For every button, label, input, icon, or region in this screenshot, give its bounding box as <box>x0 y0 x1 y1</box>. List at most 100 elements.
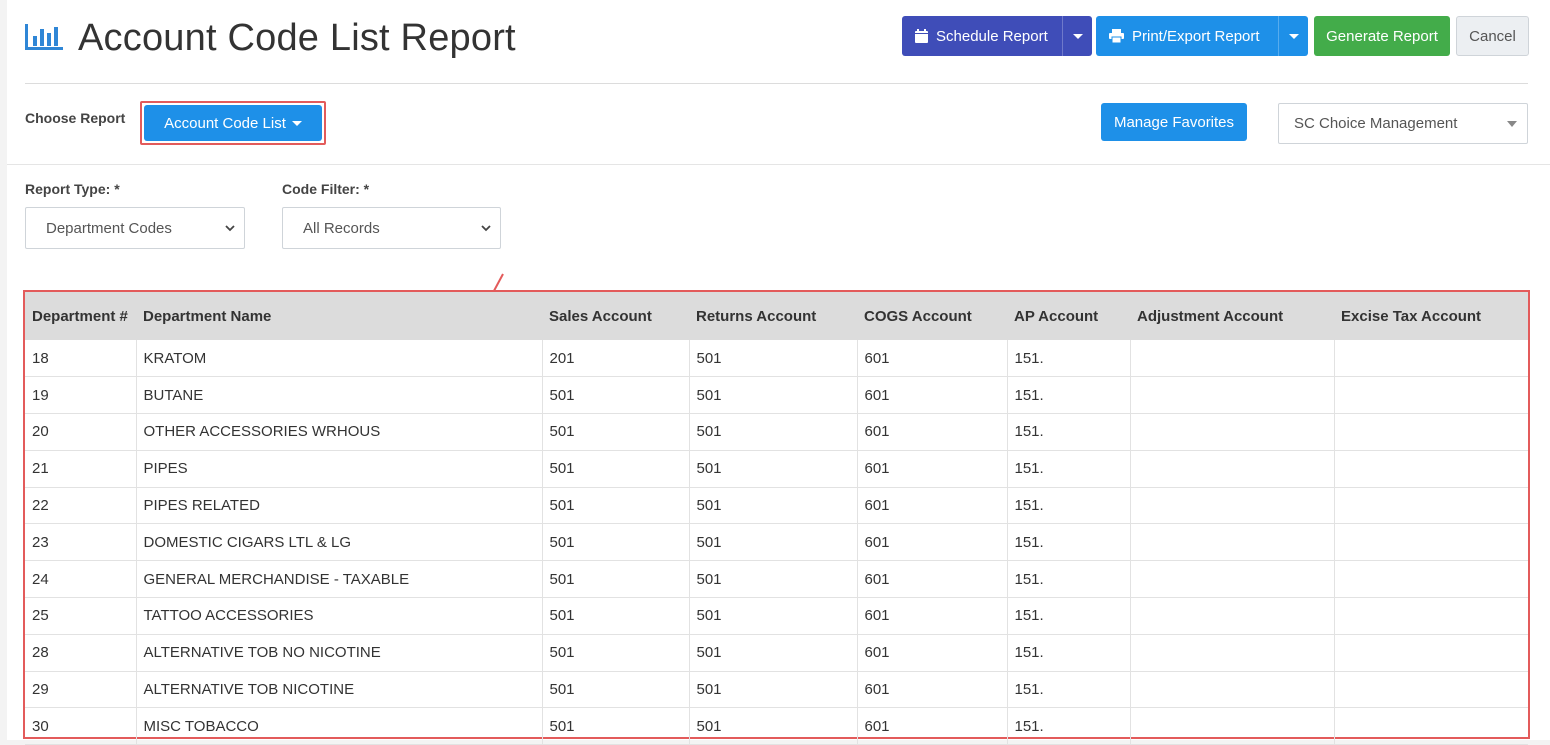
table-cell: 501 <box>689 450 858 488</box>
table-cell: 601 <box>857 560 1008 599</box>
table-cell <box>1130 707 1335 745</box>
table-cell: 151. <box>1007 707 1131 745</box>
table-cell: 18 <box>25 340 137 378</box>
table-row: 18 KRATOM 201 501 601 151. <box>25 340 1528 378</box>
page-title: Account Code List Report <box>78 17 516 59</box>
table-cell: 151. <box>1007 671 1131 709</box>
table-cell: 501 <box>542 450 690 488</box>
schedule-report-button[interactable]: Schedule Report <box>902 16 1062 56</box>
table-cell: GENERAL MERCHANDISE - TAXABLE <box>136 560 543 599</box>
table-cell: 501 <box>689 376 858 415</box>
table-cell: 501 <box>542 523 690 562</box>
table-cell: 151. <box>1007 597 1131 635</box>
caret-down-icon <box>291 120 302 126</box>
table-cell: 501 <box>542 413 690 451</box>
table-cell: 501 <box>689 487 858 525</box>
table-cell <box>1130 671 1335 709</box>
table-cell <box>1130 450 1335 488</box>
printer-icon <box>1109 29 1124 43</box>
selected-report-label: Account Code List <box>164 114 286 132</box>
table-body: 18 KRATOM 201 501 601 151. 19 BUTANE 501 501 601 15… <box>25 340 1528 745</box>
table-cell: 501 <box>689 671 858 709</box>
table-cell: 28 <box>25 634 137 672</box>
table-cell <box>1334 671 1528 709</box>
print-export-button[interactable]: Print/Export Report <box>1096 16 1278 56</box>
table-row: 29 ALTERNATIVE TOB NICOTINE 501 501 601 151. <box>25 671 1528 709</box>
table-cell <box>1130 376 1335 415</box>
table-cell: 501 <box>689 707 858 745</box>
table-cell: KRATOM <box>136 340 543 378</box>
table-header-row: Department # Department Name Sales Account… <box>25 292 1528 340</box>
table-cell: 601 <box>857 523 1008 562</box>
table-cell: 601 <box>857 376 1008 415</box>
column-header[interactable]: COGS Account <box>857 292 1007 340</box>
schedule-report-dropdown[interactable] <box>1062 16 1092 56</box>
cancel-label: Cancel <box>1469 27 1516 45</box>
print-export-group: Print/Export Report <box>1096 16 1308 56</box>
table-cell: 601 <box>857 597 1008 635</box>
table-cell: 501 <box>689 523 858 562</box>
column-header[interactable]: Department # <box>25 292 136 340</box>
table-cell: 151. <box>1007 450 1131 488</box>
table-row: 30 MISC TOBACCO 501 501 601 151. <box>25 707 1528 745</box>
chevron-down-icon <box>225 225 235 232</box>
generate-report-label: Generate Report <box>1326 27 1438 45</box>
table-cell <box>1334 376 1528 415</box>
table-cell: 601 <box>857 707 1008 745</box>
table-cell: 501 <box>542 597 690 635</box>
table-cell: 501 <box>689 597 858 635</box>
choose-report-dropdown[interactable]: Account Code List <box>144 105 322 141</box>
table-cell: 201 <box>542 340 690 378</box>
report-type-select[interactable]: Department Codes <box>25 207 245 249</box>
table-row: 28 ALTERNATIVE TOB NO NICOTINE 501 501 601 15… <box>25 634 1528 672</box>
table-cell: 24 <box>25 560 137 599</box>
table-cell: 23 <box>25 523 137 562</box>
table-cell: 501 <box>542 671 690 709</box>
column-header[interactable]: Sales Account <box>542 292 689 340</box>
manage-favorites-button[interactable]: Manage Favorites <box>1101 103 1247 141</box>
table-cell: 601 <box>857 413 1008 451</box>
company-select-value: SC Choice Management <box>1294 115 1458 132</box>
table-cell: 501 <box>542 376 690 415</box>
calendar-icon <box>915 29 928 43</box>
table-row: 20 OTHER ACCESSORIES WRHOUS 501 501 601 151. <box>25 413 1528 451</box>
cancel-button[interactable]: Cancel <box>1456 16 1529 56</box>
schedule-report-label: Schedule Report <box>936 27 1048 45</box>
table-cell <box>1130 634 1335 672</box>
choose-report-label: Choose Report <box>25 110 126 126</box>
table-cell: 501 <box>689 340 858 378</box>
table-cell: DOMESTIC CIGARS LTL & LG <box>136 523 543 562</box>
caret-down-icon <box>1507 120 1517 127</box>
table-cell <box>1334 487 1528 525</box>
report-type-label: Report Type: * <box>25 181 120 197</box>
table-cell: ALTERNATIVE TOB NICOTINE <box>136 671 543 709</box>
table-cell <box>1334 413 1528 451</box>
table-cell: 29 <box>25 671 137 709</box>
table-cell <box>1334 340 1528 378</box>
generate-report-button[interactable]: Generate Report <box>1314 16 1450 56</box>
column-header[interactable]: Excise Tax Account <box>1334 292 1528 340</box>
column-header[interactable]: Department Name <box>136 292 542 340</box>
code-filter-select[interactable]: All Records <box>282 207 501 249</box>
company-select[interactable]: SC Choice Management <box>1278 103 1528 144</box>
table-cell: ALTERNATIVE TOB NO NICOTINE <box>136 634 543 672</box>
section-divider <box>7 164 1550 165</box>
print-export-dropdown[interactable] <box>1278 16 1308 56</box>
table-cell: TATTOO ACCESSORIES <box>136 597 543 635</box>
table-cell: 20 <box>25 413 137 451</box>
header-divider <box>25 83 1528 84</box>
table-cell <box>1130 487 1335 525</box>
column-header[interactable]: Returns Account <box>689 292 857 340</box>
table-cell: 601 <box>857 450 1008 488</box>
schedule-report-group: Schedule Report <box>902 16 1092 56</box>
table-cell: 30 <box>25 707 137 745</box>
column-header[interactable]: Adjustment Account <box>1130 292 1334 340</box>
table-cell: 151. <box>1007 413 1131 451</box>
table-cell: 22 <box>25 487 137 525</box>
report-type-value: Department Codes <box>46 219 172 237</box>
column-header[interactable]: AP Account <box>1007 292 1130 340</box>
table-cell: 601 <box>857 487 1008 525</box>
table-cell: 151. <box>1007 523 1131 562</box>
manage-favorites-label: Manage Favorites <box>1113 113 1235 131</box>
chevron-down-icon <box>481 225 491 232</box>
